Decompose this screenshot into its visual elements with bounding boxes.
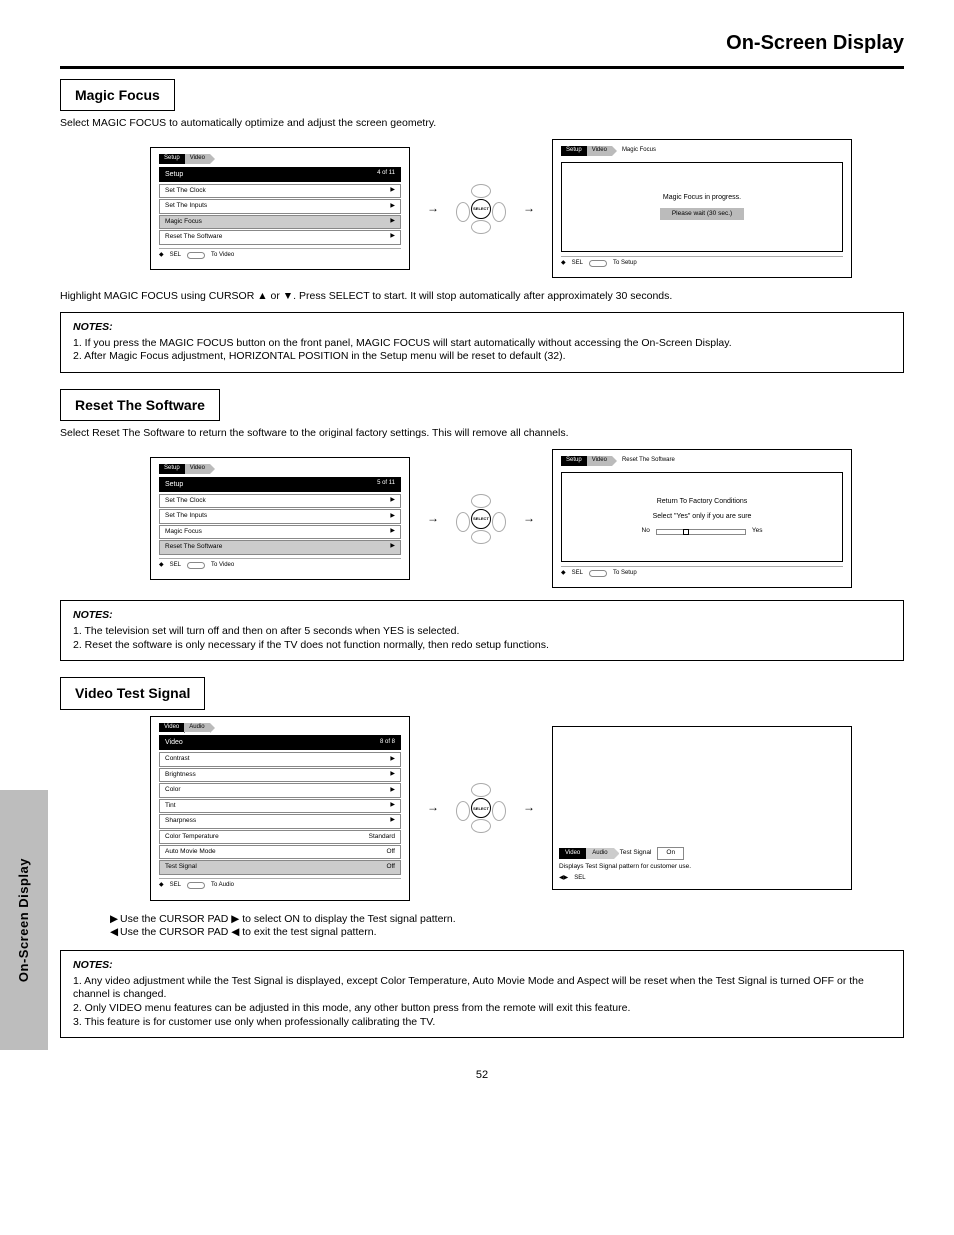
crumb: Setup (561, 456, 587, 466)
note-item: 1. If you press the MAGIC FOCUS button o… (73, 337, 891, 351)
osd-screen-magic-progress: Setup Video Magic Focus Magic Focus in p… (552, 139, 852, 279)
crumb-caption: Test Signal (620, 849, 652, 857)
osd-screen-video: Video Audio Video 8 of 8 Contrast▶ Brigh… (150, 716, 410, 901)
section-head: Magic Focus (60, 79, 175, 111)
menu-item-selected[interactable]: Magic Focus▶ (159, 215, 401, 229)
progress-panel: Magic Focus in progress. Please wait (30… (561, 162, 843, 252)
section-test-signal: Video Test Signal Video Audio Video 8 of… (60, 677, 904, 1038)
notes-box: NOTES: 1. Any video adjustment while the… (60, 950, 904, 1038)
progress-bar: Please wait (30 sec.) (660, 208, 744, 220)
note-item: 2. Reset the software is only necessary … (73, 639, 891, 653)
menu-item[interactable]: Color▶ (159, 783, 401, 797)
title-rule (60, 66, 904, 69)
footer-bar: ◆SEL To Video (159, 558, 401, 570)
arrow-icon: → (420, 201, 446, 217)
instruction: Highlight MAGIC FOCUS using CURSOR ▲ or … (60, 290, 904, 304)
note-item: 2. After Magic Focus adjustment, HORIZON… (73, 350, 891, 364)
crumb: Video (185, 464, 210, 474)
instruction: ▶Use the CURSOR PAD ▶ to select ON to di… (110, 913, 904, 927)
arrow-icon: → (516, 800, 542, 816)
notes-label: NOTES: (73, 609, 891, 623)
osd-screen-test-pattern: Video Audio Test Signal On Displays Test… (552, 726, 852, 890)
arrow-icon: → (516, 201, 542, 217)
figure-row: Setup Video Setup 4 of 11 Set The Clock▶… (150, 139, 894, 279)
select-button[interactable]: SELECT (456, 184, 506, 234)
menu-item[interactable]: Sharpness▶ (159, 814, 401, 828)
test-signal-value: On (657, 847, 684, 859)
arrow-icon: → (516, 511, 542, 527)
menu-item[interactable]: Set The Inputs▶ (159, 509, 401, 523)
menu-item[interactable]: Brightness▶ (159, 768, 401, 782)
menu-title: Video 8 of 8 (159, 735, 401, 750)
section-head: Video Test Signal (60, 677, 205, 709)
notes-label: NOTES: (73, 959, 891, 973)
crumb: Audio (586, 848, 613, 859)
menu-item[interactable]: Magic Focus▶ (159, 525, 401, 539)
notes-box: NOTES: 1. If you press the MAGIC FOCUS b… (60, 312, 904, 373)
section-sub: Select MAGIC FOCUS to automatically opti… (60, 117, 904, 131)
menu-item-selected[interactable]: Reset The Software▶ (159, 540, 401, 554)
crumb: Setup (561, 146, 587, 156)
osd-screen-reset-confirm: Setup Video Reset The Software Return To… (552, 449, 852, 589)
crumb: Setup (159, 154, 185, 164)
confirm-title: Return To Factory Conditions (657, 497, 748, 506)
crumb-caption: Reset The Software (622, 457, 675, 465)
confirm-panel: Return To Factory Conditions Select "Yes… (561, 472, 843, 562)
figure-row: Video Audio Video 8 of 8 Contrast▶ Brigh… (150, 716, 894, 901)
crumb: Video (159, 723, 184, 733)
crumb: Video (587, 146, 612, 156)
select-button[interactable]: SELECT (456, 494, 506, 544)
page-number: 52 (60, 1068, 904, 1082)
section-head: Reset The Software (60, 389, 220, 421)
menu-item[interactable]: Set The Clock▶ (159, 184, 401, 198)
osd-screen-setup: Setup Video Setup 5 of 11 Set The Clock▶… (150, 457, 410, 580)
menu-item[interactable]: Contrast▶ (159, 752, 401, 766)
section-sub: Select Reset The Software to return the … (60, 427, 904, 441)
page-title: On-Screen Display (60, 30, 904, 56)
menu-item[interactable]: Tint▶ (159, 799, 401, 813)
arrow-icon: → (420, 511, 446, 527)
menu-title: Setup 4 of 11 (159, 167, 401, 182)
confirm-toggle[interactable]: No Yes (642, 527, 763, 535)
figure-row: Setup Video Setup 5 of 11 Set The Clock▶… (150, 449, 894, 589)
menu-item[interactable]: Color TemperatureStandard (159, 830, 401, 844)
menu-item[interactable]: Auto Movie ModeOff (159, 845, 401, 859)
select-button[interactable]: SELECT (456, 783, 506, 833)
crumb-caption: Magic Focus (622, 147, 656, 155)
crumb: Video (587, 456, 612, 466)
footer-bar: ◆SEL To Audio (159, 878, 401, 890)
menu-item[interactable]: Set The Inputs▶ (159, 199, 401, 213)
footer-bar: ◆SEL To Setup (561, 256, 843, 268)
footer-bar: ◀▶SEL (559, 873, 845, 883)
test-signal-desc: Displays Test Signal pattern for custome… (559, 863, 845, 871)
footer-bar: ◆SEL To Video (159, 248, 401, 260)
crumb: Setup (159, 464, 185, 474)
progress-text: Magic Focus in progress. (663, 193, 741, 202)
instruction: ◀Use the CURSOR PAD ◀ to exit the test s… (110, 926, 904, 940)
menu-item[interactable]: Set The Clock▶ (159, 494, 401, 508)
menu-item-selected[interactable]: Test SignalOff (159, 860, 401, 874)
side-tab: On-Screen Display (0, 790, 48, 1050)
note-item: 1. Any video adjustment while the Test S… (73, 975, 891, 1002)
section-magic-focus: Magic Focus Select MAGIC FOCUS to automa… (60, 79, 904, 373)
arrow-icon: → (420, 800, 446, 816)
menu-item[interactable]: Reset The Software▶ (159, 230, 401, 244)
crumb: Audio (184, 723, 209, 733)
notes-box: NOTES: 1. The television set will turn o… (60, 600, 904, 661)
note-item: 3. This feature is for customer use only… (73, 1016, 891, 1030)
crumb: Video (559, 848, 586, 859)
side-tab-label: On-Screen Display (16, 858, 33, 982)
section-reset-software: Reset The Software Select Reset The Soft… (60, 389, 904, 661)
confirm-sub: Select "Yes" only if you are sure (653, 512, 752, 521)
menu-title: Setup 5 of 11 (159, 477, 401, 492)
note-item: 2. Only VIDEO menu features can be adjus… (73, 1002, 891, 1016)
color-bars (559, 733, 845, 843)
osd-screen-setup: Setup Video Setup 4 of 11 Set The Clock▶… (150, 147, 410, 270)
footer-bar: ◆SEL To Setup (561, 566, 843, 578)
crumb: Video (185, 154, 210, 164)
note-item: 1. The television set will turn off and … (73, 625, 891, 639)
notes-label: NOTES: (73, 321, 891, 335)
